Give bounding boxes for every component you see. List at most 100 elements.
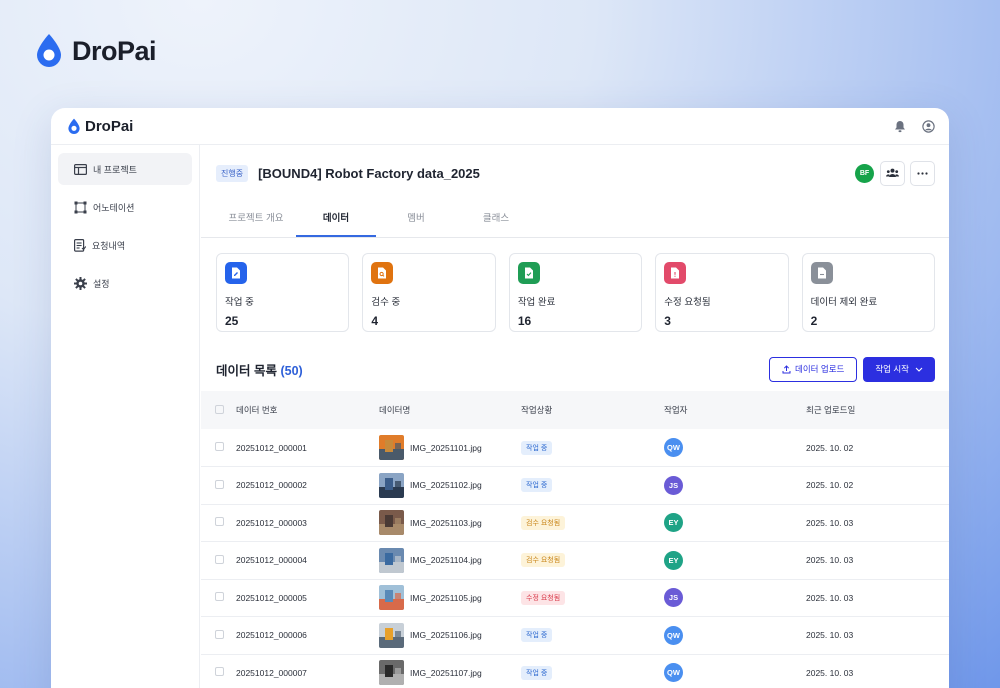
upload-date-cell: 2025. 10. 02 (806, 442, 854, 453)
app-logo-name: DroPai (85, 117, 134, 135)
tab-classes[interactable]: 클래스 (456, 201, 536, 237)
stat-card-reviewing: 검수 중 4 (362, 253, 496, 332)
sidebar-item-label: 내 프로젝트 (93, 164, 137, 175)
column-header-status[interactable]: 작업상황 (521, 391, 664, 429)
data-id-cell: 20251012_000001 (236, 442, 307, 453)
data-thumbnail[interactable] (379, 660, 404, 686)
upload-date-cell: 2025. 10. 03 (806, 630, 854, 641)
stat-label: 검수 중 (371, 297, 401, 308)
status-badge: 작업 중 (521, 440, 553, 455)
stat-value: 2 (810, 314, 818, 328)
status-badge: 작업 중 (521, 665, 553, 680)
status-cell: 작업 중 (521, 654, 664, 688)
sidebar-item-settings[interactable]: 설정 (58, 267, 192, 299)
data-id-cell: 20251012_000003 (236, 517, 307, 528)
data-filename[interactable]: IMG_20251104.jpg (410, 555, 482, 565)
layout-icon (74, 163, 87, 175)
app-logo[interactable]: DroPai (67, 118, 133, 135)
worker-avatar[interactable]: QW (664, 625, 683, 645)
status-cell: 검수 요청됨 (521, 542, 664, 580)
column-header-name[interactable]: 데이터명 (379, 391, 521, 429)
worker-avatar[interactable]: EY (664, 550, 683, 570)
status-cell: 작업 중 (521, 467, 664, 505)
data-filename[interactable]: IMG_20251105.jpg (410, 593, 482, 603)
data-filename[interactable]: IMG_20251103.jpg (410, 518, 482, 528)
data-filename[interactable]: IMG_20251106.jpg (410, 630, 482, 640)
select-all-checkbox[interactable] (215, 404, 224, 414)
sidebar-item-annotation[interactable]: 어노테이션 (58, 191, 192, 223)
row-checkbox[interactable] (215, 517, 224, 527)
worker-cell: QW (664, 654, 806, 688)
worker-avatar[interactable]: JS (664, 588, 683, 608)
project-header: 진행중 [BOUND4] Robot Factory data_2025 BF (201, 145, 949, 201)
members-button[interactable] (880, 160, 905, 186)
data-filename[interactable]: IMG_20251107.jpg (410, 668, 482, 678)
data-filename[interactable]: IMG_20251102.jpg (410, 480, 482, 490)
upload-date-cell: 2025. 10. 03 (806, 592, 854, 603)
data-thumbnail[interactable] (379, 622, 404, 648)
upload-data-button[interactable]: 데이터 업로드 (769, 356, 858, 382)
data-name-cell: IMG_20251106.jpg (379, 617, 521, 655)
user-circle-icon[interactable] (922, 119, 935, 133)
status-badge: 검수 요청됨 (521, 553, 566, 568)
start-work-button[interactable]: 작업 시작 (863, 356, 935, 382)
sidebar-item-requests[interactable]: 요청내역 (58, 229, 192, 261)
upload-date-cell: 2025. 10. 03 (806, 555, 854, 566)
worker-avatar[interactable]: JS (664, 475, 683, 495)
table-row[interactable]: 20251012_000006 IMG_20251106.jpg 작업 중 QW… (201, 617, 949, 655)
gear-icon (74, 276, 87, 290)
row-checkbox[interactable] (215, 629, 224, 639)
row-checkbox[interactable] (215, 479, 224, 489)
data-list-title: 데이터 목록 (50) (216, 360, 303, 379)
dropai-logo-icon (37, 34, 61, 67)
row-checkbox[interactable] (215, 592, 224, 602)
table-row[interactable]: 20251012_000001 IMG_20251101.jpg 작업 중 QW… (201, 429, 949, 467)
table-row[interactable]: 20251012_000005 IMG_20251105.jpg 수정 요청됨 … (201, 579, 949, 617)
sidebar-item-label: 어노테이션 (93, 202, 135, 213)
owner-avatar[interactable]: BF (855, 163, 874, 183)
worker-avatar[interactable]: EY (664, 513, 683, 533)
status-cell: 작업 중 (521, 617, 664, 655)
stat-value: 4 (371, 314, 379, 328)
column-header-worker[interactable]: 작업자 (664, 391, 806, 429)
worker-cell: EY (664, 542, 806, 580)
sidebar-item-my-projects[interactable]: 내 프로젝트 (58, 153, 192, 185)
data-thumbnail[interactable] (379, 585, 404, 611)
data-thumbnail[interactable] (379, 547, 404, 573)
document-list-icon (74, 238, 86, 252)
tab-data[interactable]: 데이터 (296, 201, 376, 237)
project-tabs: 프로젝트 개요 데이터 멤버 클래스 (201, 201, 949, 238)
table-row[interactable]: 20251012_000003 IMG_20251103.jpg 검수 요청됨 … (201, 504, 949, 542)
table-row[interactable]: 20251012_000004 IMG_20251104.jpg 검수 요청됨 … (201, 542, 949, 580)
table-header-row: 데이터 번호 데이터명 작업상황 작업자 최근 업로드일 (201, 391, 949, 429)
tab-overview[interactable]: 프로젝트 개요 (216, 201, 296, 237)
data-list-title-text: 데이터 목록 (216, 363, 277, 378)
document-alert-icon (664, 262, 687, 284)
worker-avatar[interactable]: QW (664, 438, 683, 457)
column-header-date[interactable]: 최근 업로드일 (806, 391, 949, 429)
column-header-id[interactable]: 데이터 번호 (236, 391, 379, 429)
data-filename[interactable]: IMG_20251101.jpg (410, 443, 482, 453)
stat-card-excluded: 데이터 제외 완료 2 (801, 253, 936, 332)
dropai-logo-icon (68, 118, 80, 134)
data-name-cell: IMG_20251101.jpg (379, 429, 521, 467)
more-options-button[interactable] (910, 160, 935, 186)
sidebar: 내 프로젝트 어노테이션 요청내역 설정 (51, 145, 200, 688)
data-thumbnail[interactable] (379, 435, 404, 460)
project-title: [BOUND4] Robot Factory data_2025 (258, 165, 480, 181)
row-checkbox[interactable] (215, 554, 224, 564)
data-thumbnail[interactable] (379, 510, 404, 536)
document-search-icon (371, 262, 394, 284)
worker-avatar[interactable]: QW (664, 663, 683, 683)
data-thumbnail[interactable] (379, 472, 404, 498)
bell-icon[interactable] (894, 120, 906, 133)
tab-members[interactable]: 멤버 (376, 201, 456, 237)
table-row[interactable]: 20251012_000007 IMG_20251107.jpg 작업 중 QW… (201, 654, 949, 688)
worker-cell: QW (664, 617, 806, 655)
row-checkbox[interactable] (215, 667, 224, 677)
data-name-cell: IMG_20251105.jpg (379, 579, 521, 617)
top-bar: DroPai (51, 108, 949, 145)
table-row[interactable]: 20251012_000002 IMG_20251102.jpg 작업 중 JS… (201, 467, 949, 505)
row-checkbox[interactable] (215, 442, 224, 451)
stat-label: 데이터 제외 완료 (810, 297, 878, 308)
